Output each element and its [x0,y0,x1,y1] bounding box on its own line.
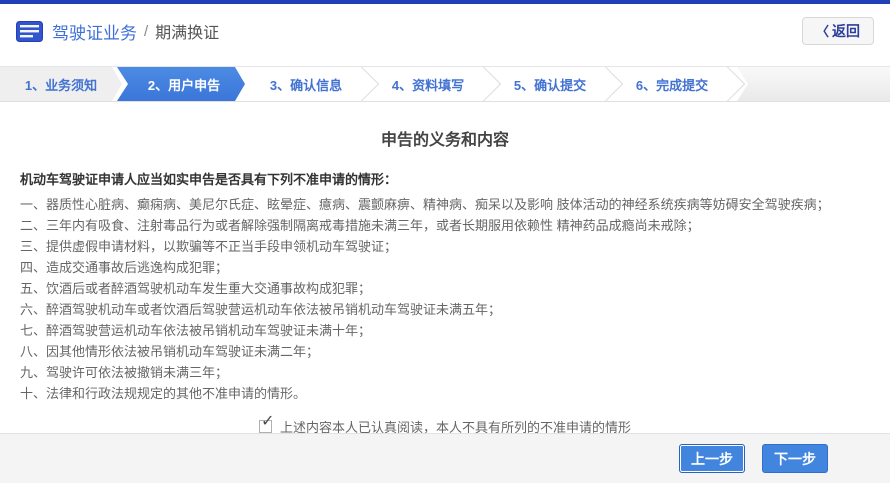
notice-item: 九、驾驶许可依法被撤销未满三年； [20,362,870,383]
back-chevron-icon: 〈 [816,25,829,38]
notice-item: 六、醉酒驾驶机动车或者饮酒后驾驶营运机动车依法被吊销机动车驾驶证未满五年； [20,299,870,320]
notice-item: 四、造成交通事故后逃逸构成犯罪； [20,257,870,278]
notice-item: 五、饮酒后或者醉酒驾驶机动车发生重大交通事故构成犯罪； [20,278,870,299]
notice-item: 七、醉酒驾驶营运机动车依法被吊销机动车驾驶证未满十年； [20,320,870,341]
step-6-finish-submit[interactable]: 6、完成提交 [611,67,733,101]
breadcrumb-root[interactable]: 驾驶证业务 [52,19,137,44]
step-1-business-notice[interactable]: 1、业务须知 [0,67,122,101]
breadcrumb-current: 期满换证 [155,19,219,43]
notice-item: 三、提供虚假申请材料，以欺骗等不正当手段申领机动车驾驶证； [20,236,870,257]
step-label: 2、用户申告 [148,75,220,94]
step-5-confirm-submit[interactable]: 5、确认提交 [489,67,611,101]
step-4-fill-materials[interactable]: 4、资料填写 [367,67,489,101]
agree-checkbox[interactable]: ✓ [259,420,272,433]
notice-item: 十、法律和行政法规规定的其他不准申请的情形。 [20,383,870,404]
license-form-icon [16,21,43,42]
step-wizard: 1、业务须知 2、用户申告 3、确认信息 4、资料填写 5、确认提交 6、完成提… [0,66,890,102]
breadcrumb-separator: / [144,23,148,40]
previous-step-button[interactable]: 上一步 [679,444,745,473]
step-label: 4、资料填写 [392,75,464,94]
step-label: 6、完成提交 [636,75,708,94]
declaration-notice: 机动车驾驶证申请人应当如实申告是否具有下列不准申请的情形： 一、器质性心脏病、癫… [0,170,890,404]
notice-item: 一、器质性心脏病、癫痫病、美尼尔氏症、眩晕症、癔病、震颤麻痹、精神病、痴呆以及影… [20,194,870,215]
back-button-label: 返回 [832,24,860,38]
step-2-user-declaration[interactable]: 2、用户申告 [117,67,245,101]
notice-intro: 机动车驾驶证申请人应当如实申告是否具有下列不准申请的情形： [20,170,870,190]
wizard-filler [737,67,890,101]
next-step-button[interactable]: 下一步 [762,444,828,473]
footer-bar: 上一步 下一步 [0,433,890,483]
step-3-confirm-info[interactable]: 3、确认信息 [245,67,367,101]
header: 驾驶证业务 / 期满换证 〈 返回 [0,4,890,58]
back-button[interactable]: 〈 返回 [802,17,874,45]
step-label: 3、确认信息 [270,75,342,94]
step-label: 1、业务须知 [25,75,97,94]
notice-item: 二、三年内有吸食、注射毒品行为或者解除强制隔离戒毒措施未满三年，或者长期服用依赖… [20,215,870,236]
step-label: 5、确认提交 [514,75,586,94]
page-title: 申告的义务和内容 [0,126,890,150]
checkmark-icon: ✓ [261,414,274,430]
notice-item: 八、因其他情形依法被吊销机动车驾驶证未满二年； [20,341,870,362]
